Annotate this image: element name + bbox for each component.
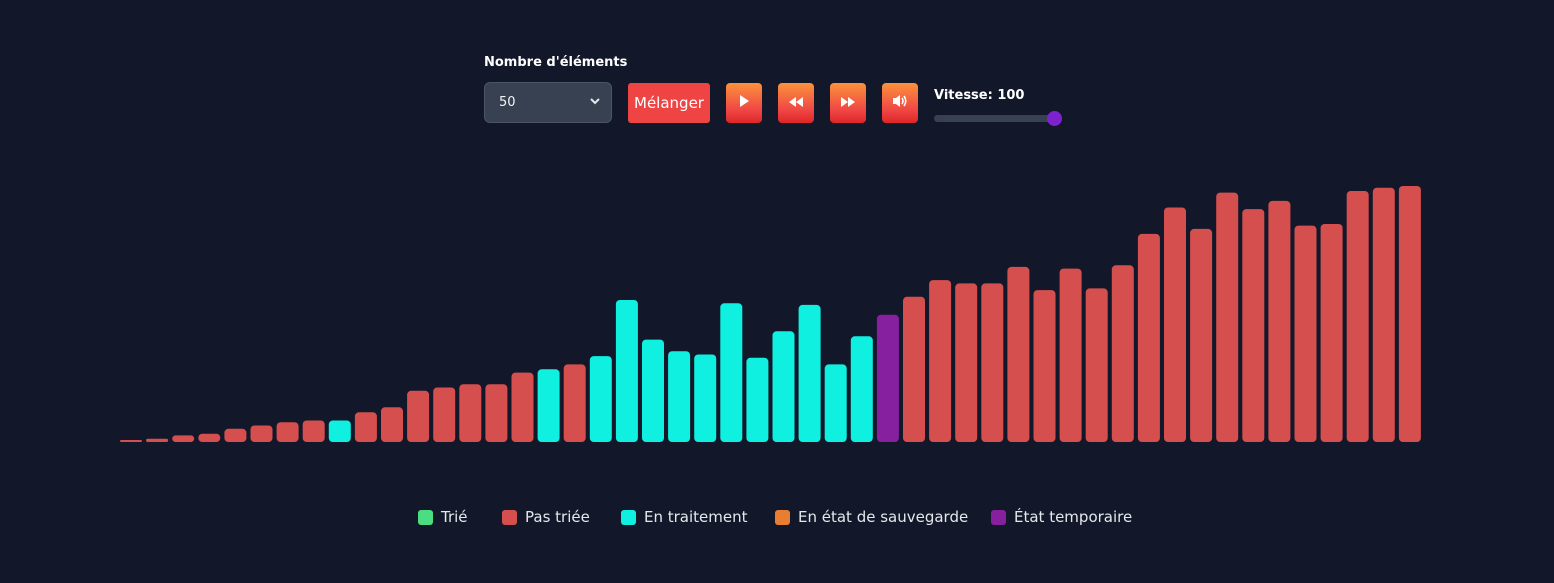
bar-13: [433, 387, 456, 442]
bar-22: [668, 351, 691, 442]
legend-item: En état de sauvegarde: [775, 508, 968, 526]
legend-item: Pas triée: [502, 508, 590, 526]
bar-28: [824, 364, 847, 442]
bar-14: [459, 384, 482, 442]
bar-37: [1059, 268, 1082, 442]
bar-11: [381, 407, 403, 442]
bar-6: [250, 425, 273, 442]
legend: Trié Pas triée En traitement En état de sau…: [0, 508, 1554, 530]
bar-38: [1085, 288, 1108, 442]
legend-label: En traitement: [644, 508, 748, 526]
bar-2: [146, 438, 169, 442]
legend-label: Pas triée: [525, 508, 590, 526]
bar-40: [1137, 233, 1160, 442]
legend-label: État temporaire: [1014, 508, 1133, 526]
bar-4: [198, 433, 221, 442]
legend-swatch: [775, 509, 790, 525]
legend-label: En état de sauvegarde: [798, 508, 969, 526]
legend-item: Trié: [418, 508, 468, 526]
bar-3: [172, 435, 195, 442]
bar-19: [589, 356, 612, 442]
bar-9: [328, 420, 351, 442]
bar-5: [224, 428, 247, 442]
bar-24: [720, 303, 743, 442]
bar-35: [1007, 266, 1030, 442]
bar-44: [1242, 209, 1265, 442]
bar-chart: [120, 186, 1421, 442]
bar-47: [1320, 224, 1343, 442]
bar-23: [694, 354, 717, 442]
bar-32: [929, 280, 952, 442]
bar-36: [1033, 290, 1056, 442]
bar-46: [1294, 225, 1317, 442]
bar-48: [1346, 191, 1369, 442]
bar-33: [955, 283, 978, 442]
bar-45: [1268, 200, 1291, 442]
legend-swatch: [621, 509, 636, 525]
bar-43: [1216, 192, 1239, 442]
bar-31: [903, 296, 925, 442]
bar-20: [615, 300, 638, 442]
bar-29: [850, 336, 873, 442]
bar-34: [981, 283, 1004, 442]
legend-label: Trié: [441, 508, 468, 526]
bar-18: [563, 364, 586, 442]
bar-41: [1164, 207, 1186, 442]
bar-27: [798, 304, 821, 442]
bar-1: [120, 440, 142, 442]
bar-30: [876, 314, 899, 442]
bar-50: [1398, 186, 1421, 442]
bar-25: [746, 357, 769, 442]
bar-12: [407, 390, 430, 442]
bar-17: [537, 369, 560, 442]
bar-10: [354, 412, 377, 442]
bar-15: [485, 384, 508, 442]
bar-39: [1111, 265, 1134, 442]
legend-swatch: [991, 509, 1006, 525]
legend-item: En traitement: [621, 508, 748, 526]
bar-49: [1372, 187, 1395, 442]
bar-42: [1190, 228, 1213, 442]
bar-16: [511, 372, 534, 442]
legend-swatch: [418, 509, 433, 525]
bar-7: [276, 422, 299, 442]
legend-swatch: [502, 509, 517, 525]
bar-8: [302, 420, 325, 442]
bar-21: [642, 339, 664, 442]
bar-26: [772, 331, 795, 442]
legend-item: État temporaire: [991, 508, 1132, 526]
